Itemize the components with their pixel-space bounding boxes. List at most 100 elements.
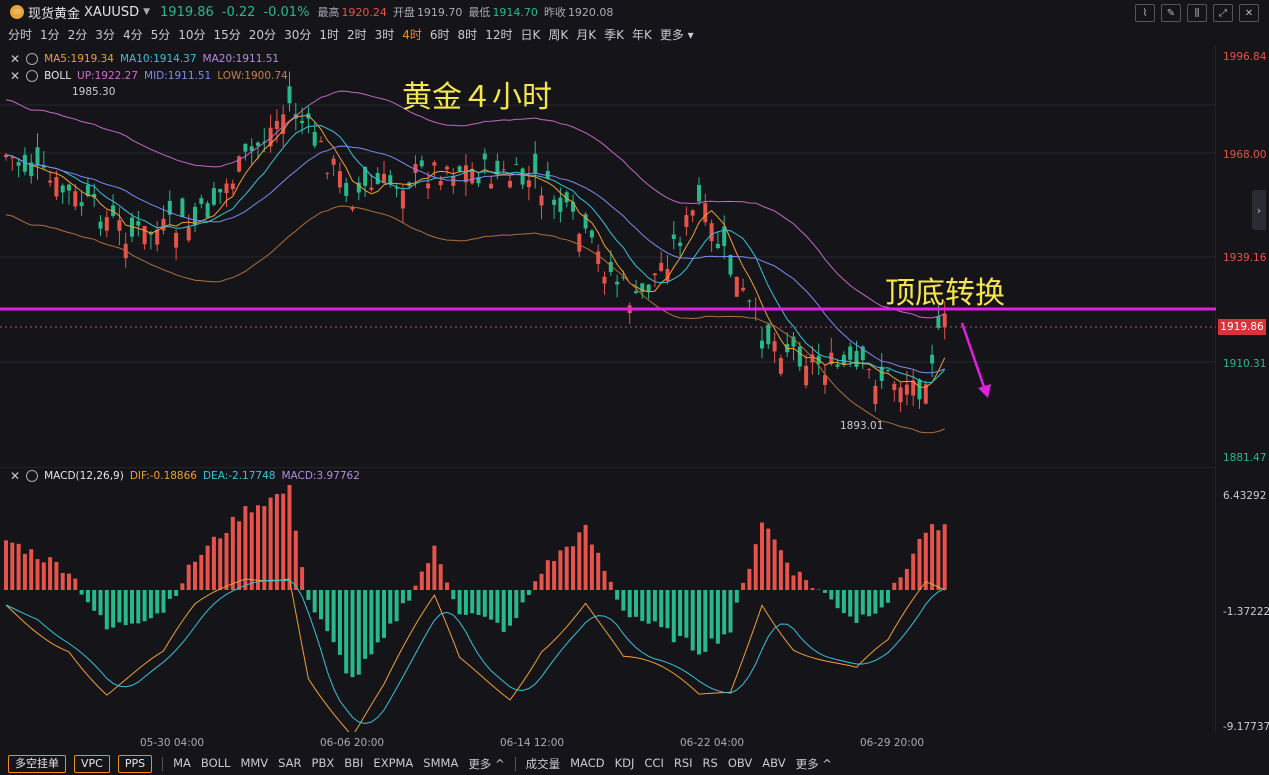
pps-button[interactable]: PPS bbox=[117, 754, 153, 773]
main-indicator-item[interactable]: MMV bbox=[240, 756, 268, 772]
long-short-orders-button[interactable]: 多空挂单 bbox=[8, 754, 66, 773]
macd-histogram-bar bbox=[552, 561, 557, 590]
main-indicator-item[interactable]: 更多 ^ bbox=[468, 756, 504, 772]
main-indicator-item[interactable]: SAR bbox=[278, 756, 301, 772]
macd-axis-mid: -1.37222 bbox=[1223, 606, 1269, 618]
tab-timeframe[interactable]: 12时 bbox=[485, 26, 512, 43]
tab-timeframe[interactable]: 2分 bbox=[68, 26, 88, 43]
candle-body bbox=[256, 142, 260, 146]
tab-timeframe[interactable]: 10分 bbox=[178, 26, 205, 43]
x-tick-5: 06-29 20:00 bbox=[860, 737, 925, 749]
macd-histogram-bar bbox=[545, 560, 550, 590]
down-arrow-head bbox=[978, 384, 991, 398]
main-indicator-list: MA BOLL MMV SAR PBX BBI EXPMA SMMA 更多 ^ bbox=[163, 756, 505, 772]
candle-body bbox=[709, 223, 714, 242]
tab-timeframe[interactable]: 月K bbox=[576, 26, 596, 43]
macd-histogram-bar bbox=[867, 590, 872, 617]
vpc-button[interactable]: VPC bbox=[74, 754, 110, 773]
main-indicator-item[interactable]: BOLL bbox=[201, 756, 231, 772]
tab-timeframe[interactable]: 更多 ▾ bbox=[660, 26, 694, 43]
candle-body bbox=[634, 291, 638, 294]
macd-histogram-bar bbox=[287, 484, 292, 590]
tab-timeframe[interactable]: 年K bbox=[632, 26, 652, 43]
candle-settings-icon[interactable]: ⫼ bbox=[1187, 4, 1207, 22]
candle-body bbox=[451, 176, 456, 186]
candle-body bbox=[558, 197, 563, 212]
macd-histogram-bar bbox=[741, 582, 746, 590]
low-label: 最低 bbox=[468, 6, 491, 19]
macd-histogram-bar bbox=[155, 590, 160, 614]
tab-timeframe[interactable]: 分时 bbox=[8, 26, 32, 43]
candle-body bbox=[684, 215, 689, 227]
tab-timeframe[interactable]: 6时 bbox=[430, 26, 450, 43]
macd-histogram-bar bbox=[41, 562, 46, 590]
macd-histogram-bar bbox=[199, 554, 204, 590]
tab-timeframe[interactable]: 3分 bbox=[95, 26, 115, 43]
macd-histogram-bar bbox=[848, 590, 853, 617]
tab-timeframe[interactable]: 周K bbox=[548, 26, 568, 43]
macd-histogram-bar bbox=[344, 590, 349, 674]
main-indicator-item[interactable]: PBX bbox=[312, 756, 335, 772]
candle-body bbox=[230, 183, 235, 190]
macd-histogram-bar bbox=[753, 544, 758, 590]
macd-chart[interactable] bbox=[0, 467, 1216, 732]
macd-histogram-bar bbox=[816, 589, 821, 590]
chevron-down-icon[interactable]: ▼ bbox=[143, 7, 150, 17]
tab-timeframe[interactable]: 3时 bbox=[375, 26, 395, 43]
sub-indicator-item[interactable]: 更多 ^ bbox=[796, 756, 832, 772]
main-indicator-item[interactable]: EXPMA bbox=[373, 756, 413, 772]
macd-histogram-bar bbox=[193, 561, 197, 590]
candle-body bbox=[552, 199, 557, 205]
macd-histogram-bar bbox=[463, 590, 468, 615]
price-change-pct: -0.01% bbox=[263, 4, 310, 20]
tab-timeframe[interactable]: 1时 bbox=[319, 26, 339, 43]
tab-timeframe[interactable]: 日K bbox=[520, 26, 540, 43]
tab-timeframe[interactable]: 季K bbox=[604, 26, 624, 43]
sub-indicator-item[interactable]: MACD bbox=[570, 756, 604, 772]
macd-dif-line bbox=[5, 578, 945, 732]
tab-timeframe[interactable]: 4时 bbox=[402, 26, 422, 43]
sub-indicator-item[interactable]: RSI bbox=[674, 756, 693, 772]
tab-timeframe[interactable]: 15分 bbox=[214, 26, 241, 43]
macd-histogram-bar bbox=[797, 571, 802, 590]
tab-timeframe[interactable]: 2时 bbox=[347, 26, 367, 43]
tab-timeframe[interactable]: 30分 bbox=[284, 26, 311, 43]
candle-body bbox=[728, 254, 733, 275]
main-indicator-item[interactable]: SMMA bbox=[423, 756, 458, 772]
trend-note-annotation: 顶底转换 bbox=[885, 276, 1005, 311]
sub-indicator-item[interactable]: KDJ bbox=[615, 756, 635, 772]
instrument-symbol[interactable]: XAUUSD bbox=[84, 5, 139, 20]
macd-histogram-bar bbox=[747, 568, 752, 590]
candle-body bbox=[67, 184, 71, 191]
macd-histogram-bar bbox=[274, 494, 279, 590]
macd-histogram-bar bbox=[426, 563, 431, 590]
macd-histogram-bar bbox=[520, 590, 525, 603]
close-icon[interactable]: ✕ bbox=[1239, 4, 1259, 22]
macd-histogram-bar bbox=[148, 590, 153, 619]
candle-body bbox=[835, 364, 840, 367]
sub-indicator-item[interactable]: ABV bbox=[762, 756, 785, 772]
tab-timeframe[interactable]: 8时 bbox=[458, 26, 478, 43]
tab-timeframe[interactable]: 5分 bbox=[151, 26, 171, 43]
macd-histogram-bar bbox=[186, 564, 191, 590]
tab-timeframe[interactable]: 1分 bbox=[40, 26, 60, 43]
chart-type-icon[interactable]: ⌇ bbox=[1135, 4, 1155, 22]
candle-body bbox=[596, 251, 601, 265]
draw-pen-icon[interactable]: ✎ bbox=[1161, 4, 1181, 22]
sub-indicator-item[interactable]: RS bbox=[703, 756, 718, 772]
instrument-name[interactable]: 现货黄金 bbox=[28, 3, 80, 22]
candle-body bbox=[79, 202, 84, 207]
tab-timeframe[interactable]: 20分 bbox=[249, 26, 276, 43]
gold-coin-icon bbox=[10, 5, 24, 19]
macd-histogram-bar bbox=[854, 590, 859, 623]
fullscreen-icon[interactable]: ⤢ bbox=[1213, 4, 1233, 22]
chevron-right-icon[interactable]: › bbox=[1252, 190, 1266, 230]
tab-timeframe[interactable]: 4分 bbox=[123, 26, 143, 43]
candle-body bbox=[508, 180, 512, 188]
sub-indicator-item[interactable]: OBV bbox=[728, 756, 752, 772]
sub-indicator-item[interactable]: 成交量 bbox=[526, 756, 561, 772]
sub-indicator-item[interactable]: CCI bbox=[644, 756, 663, 772]
main-indicator-item[interactable]: MA bbox=[173, 756, 191, 772]
candlestick-chart[interactable] bbox=[0, 45, 1216, 465]
main-indicator-item[interactable]: BBI bbox=[344, 756, 363, 772]
